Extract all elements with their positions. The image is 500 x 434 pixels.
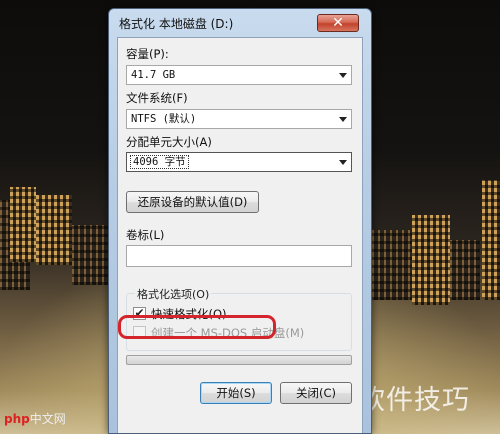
volume-label-input[interactable] [126, 245, 352, 267]
chevron-down-icon [339, 160, 347, 165]
start-button[interactable]: 开始(S) [200, 382, 272, 404]
format-dialog: 格式化 本地磁盘 (D:) ✕ 容量(P): 41.7 GB 文件系统(F) N… [108, 8, 372, 434]
building [72, 225, 108, 285]
allocation-value: 4096 字节 [130, 155, 189, 169]
filesystem-label: 文件系统(F) [126, 91, 188, 105]
capacity-label: 容量(P): [126, 47, 169, 61]
watermark-left: php中文网 [4, 410, 66, 427]
watermark-right: 软件技巧 [358, 385, 470, 416]
building [10, 187, 36, 262]
restore-defaults-button[interactable]: 还原设备的默认值(D) [126, 191, 259, 213]
close-icon: ✕ [332, 15, 344, 31]
chevron-down-icon [339, 117, 347, 122]
building [450, 240, 480, 300]
close-button[interactable]: 关闭(C) [280, 382, 352, 404]
title-bar[interactable]: 格式化 本地磁盘 (D:) ✕ [109, 9, 371, 35]
format-options-legend: 格式化选项(O) [135, 286, 212, 302]
building [372, 230, 412, 300]
building [412, 215, 450, 305]
dialog-body: 容量(P): 41.7 GB 文件系统(F) NTFS (默认) 分配单元大小(… [117, 37, 363, 433]
quick-format-highlight [118, 315, 276, 339]
chevron-down-icon [339, 73, 347, 78]
volume-label-label: 卷标(L) [126, 228, 165, 242]
capacity-select[interactable]: 41.7 GB [126, 65, 352, 85]
allocation-label: 分配单元大小(A) [126, 135, 212, 149]
filesystem-select[interactable]: NTFS (默认) [126, 109, 352, 129]
format-progress-bar [126, 355, 352, 365]
building [482, 180, 500, 300]
capacity-value: 41.7 GB [131, 69, 176, 81]
building [36, 195, 72, 265]
filesystem-value: NTFS (默认) [131, 113, 197, 125]
watermark-brand-cn: 中文网 [29, 412, 66, 426]
allocation-select[interactable]: 4096 字节 [126, 152, 352, 172]
close-window-button[interactable]: ✕ [317, 14, 359, 32]
dialog-title: 格式化 本地磁盘 (D:) [119, 17, 234, 31]
watermark-brand: php [4, 412, 30, 426]
